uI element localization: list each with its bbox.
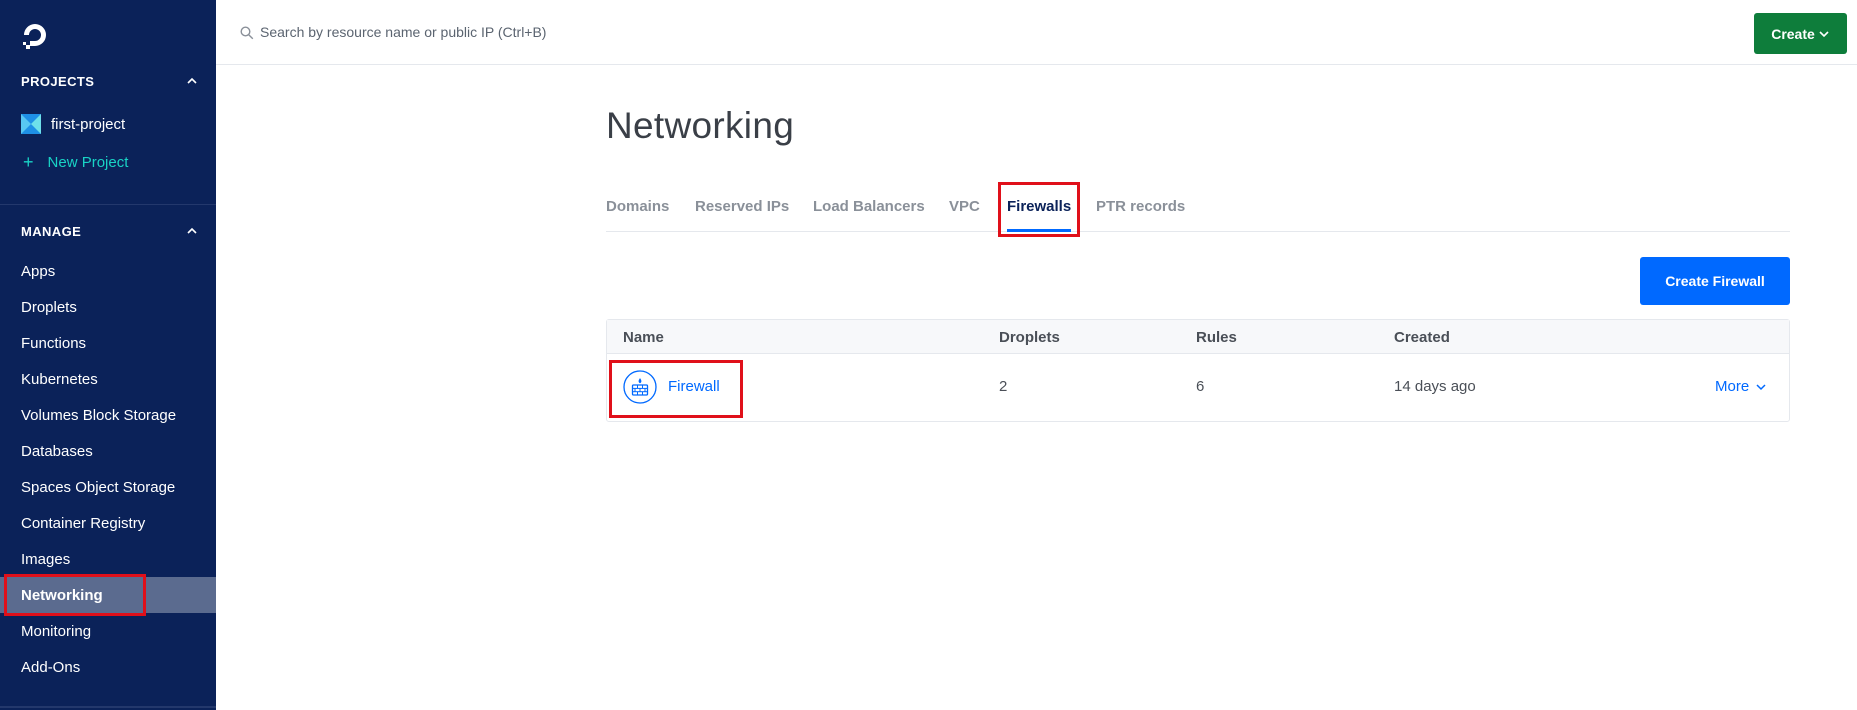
tab-domains[interactable]: Domains	[606, 198, 669, 215]
manage-section-toggle[interactable]: MANAGE	[21, 221, 199, 241]
column-header-droplets: Droplets	[999, 329, 1060, 346]
column-header-rules: Rules	[1196, 329, 1237, 346]
sidebar-item-add-ons[interactable]: Add-Ons	[0, 649, 216, 685]
search-input[interactable]	[260, 18, 760, 46]
tab-load-balancers[interactable]: Load Balancers	[813, 198, 925, 215]
manage-nav: Apps Droplets Functions Kubernetes Volum…	[0, 253, 216, 685]
project-name: first-project	[51, 115, 126, 133]
active-tab-indicator	[1007, 229, 1071, 232]
projects-section-toggle[interactable]: PROJECTS	[21, 71, 199, 91]
chevron-up-icon	[187, 77, 197, 84]
firewall-name-link[interactable]: Firewall	[668, 378, 720, 395]
sidebar-item-functions[interactable]: Functions	[0, 325, 216, 361]
project-item-first-project[interactable]: first-project	[21, 112, 125, 136]
sidebar: PROJECTS first-project + New Project MAN…	[0, 0, 216, 710]
create-button[interactable]: Create	[1754, 13, 1847, 54]
page-title: Networking	[606, 105, 795, 146]
tab-vpc[interactable]: VPC	[949, 198, 980, 215]
search-icon	[240, 26, 254, 40]
more-actions-dropdown[interactable]: More	[1715, 378, 1767, 395]
new-project-label: New Project	[47, 153, 129, 171]
firewall-created: 14 days ago	[1394, 378, 1476, 395]
sidebar-divider	[0, 204, 216, 205]
networking-tabs: Domains Reserved IPs Load Balancers VPC …	[606, 192, 1790, 232]
projects-heading: PROJECTS	[21, 73, 95, 89]
firewalls-table: Name Droplets Rules Created Firewall 2 6…	[606, 319, 1790, 422]
chevron-down-icon	[1756, 383, 1766, 390]
sidebar-item-droplets[interactable]: Droplets	[0, 289, 216, 325]
manage-heading: MANAGE	[21, 223, 82, 239]
firewall-droplets-count: 2	[999, 378, 1008, 395]
tab-firewalls[interactable]: Firewalls	[1007, 198, 1071, 215]
sidebar-item-kubernetes[interactable]: Kubernetes	[0, 361, 216, 397]
more-label: More	[1715, 378, 1750, 395]
sidebar-item-images[interactable]: Images	[0, 541, 216, 577]
sidebar-item-apps[interactable]: Apps	[0, 253, 216, 289]
column-header-name: Name	[623, 329, 664, 346]
create-firewall-button[interactable]: Create Firewall	[1640, 257, 1790, 305]
sidebar-item-spaces[interactable]: Spaces Object Storage	[0, 469, 216, 505]
chevron-up-icon	[187, 227, 197, 234]
sidebar-item-databases[interactable]: Databases	[0, 433, 216, 469]
tab-reserved-ips[interactable]: Reserved IPs	[695, 198, 789, 215]
table-row: Firewall 2 6 14 days ago More	[607, 354, 1789, 422]
tab-ptr-records[interactable]: PTR records	[1096, 198, 1185, 215]
column-header-created: Created	[1394, 329, 1450, 346]
sidebar-item-networking[interactable]: Networking	[0, 577, 216, 613]
top-bar: Create	[216, 0, 1857, 65]
new-project-link[interactable]: + New Project	[23, 150, 128, 174]
plus-icon: +	[23, 152, 34, 172]
table-header: Name Droplets Rules Created	[607, 320, 1789, 354]
firewall-icon	[623, 370, 657, 404]
firewall-rules-count: 6	[1196, 378, 1205, 395]
sidebar-item-volumes[interactable]: Volumes Block Storage	[0, 397, 216, 433]
digitalocean-logo-icon[interactable]	[20, 20, 50, 50]
chevron-down-icon	[1819, 30, 1829, 37]
sidebar-item-monitoring[interactable]: Monitoring	[0, 613, 216, 649]
sidebar-divider	[0, 706, 216, 708]
project-icon	[21, 114, 41, 134]
sidebar-item-container-registry[interactable]: Container Registry	[0, 505, 216, 541]
create-button-label: Create	[1771, 25, 1815, 42]
